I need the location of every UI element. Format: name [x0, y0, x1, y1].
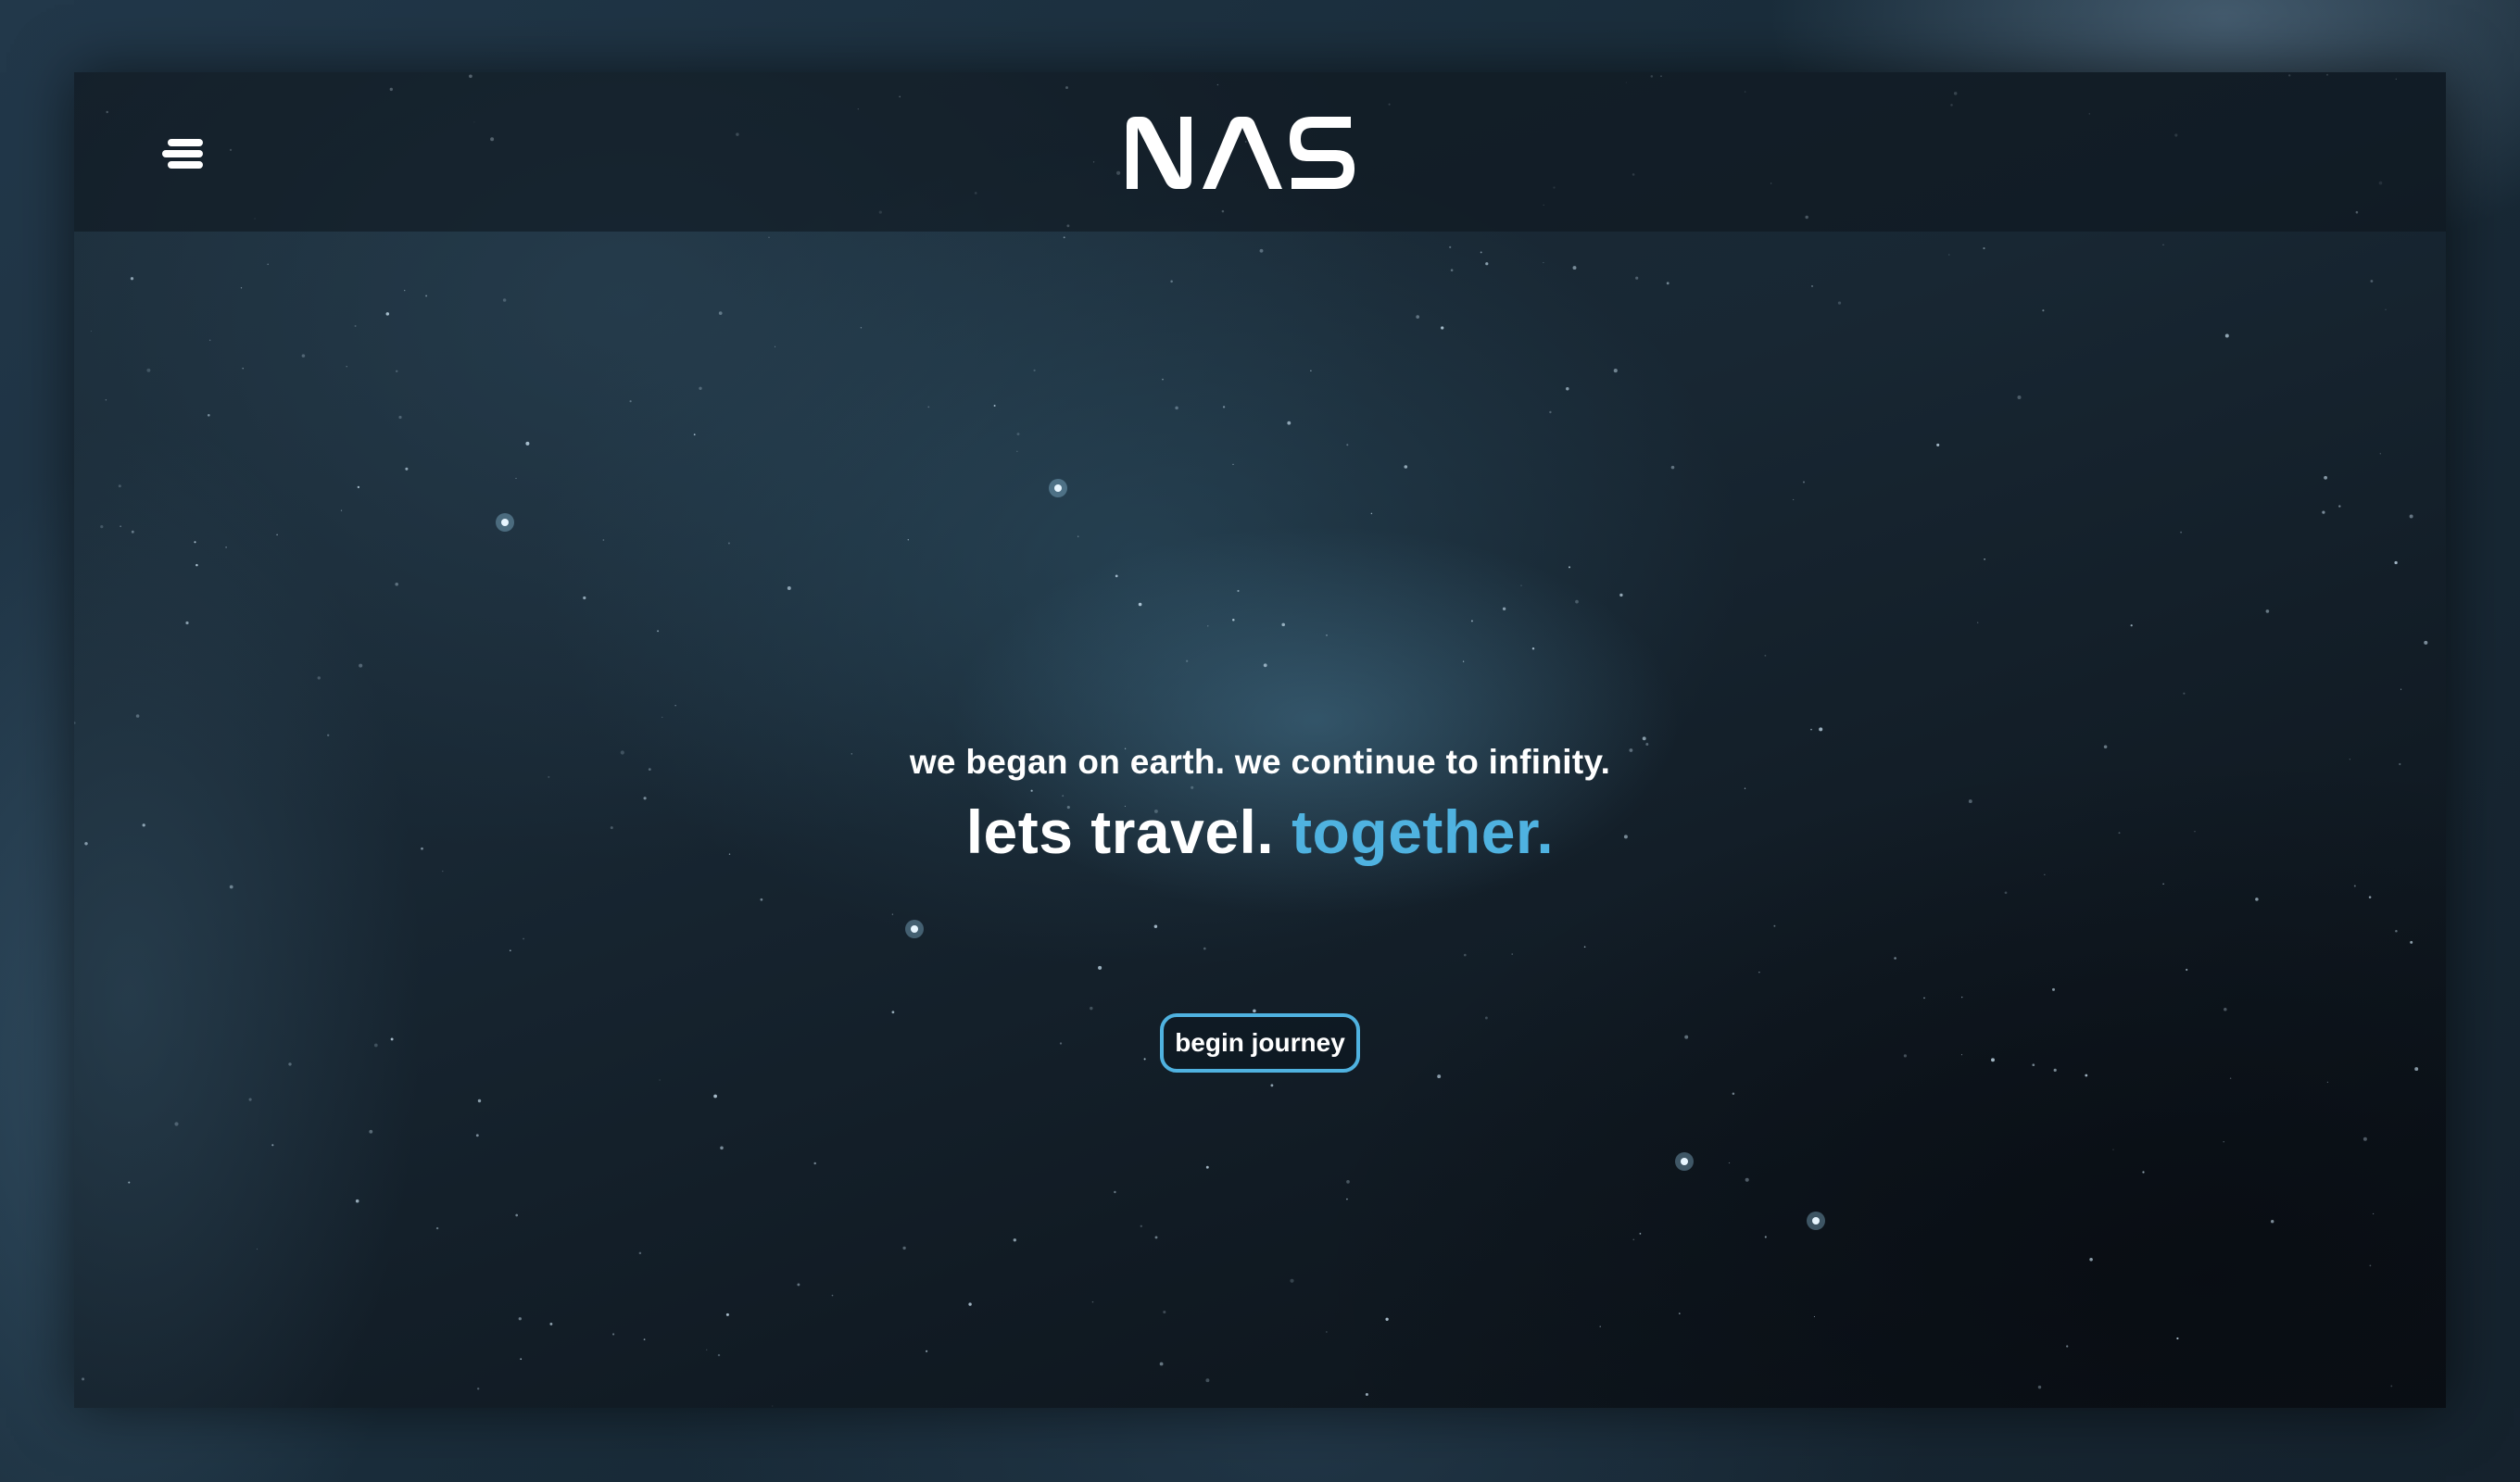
hero-section: we began on earth. we continue to infini… [74, 72, 2446, 1408]
hero-headline: lets travel. together. [74, 797, 2446, 867]
headline-accent: together. [1292, 798, 1555, 866]
hero-tagline: we began on earth. we continue to infini… [909, 743, 1611, 781]
app-frame: we began on earth. we continue to infini… [74, 72, 2446, 1408]
headline-main: lets travel. [965, 798, 1275, 866]
begin-journey-button[interactable]: begin journey [1160, 1013, 1360, 1073]
